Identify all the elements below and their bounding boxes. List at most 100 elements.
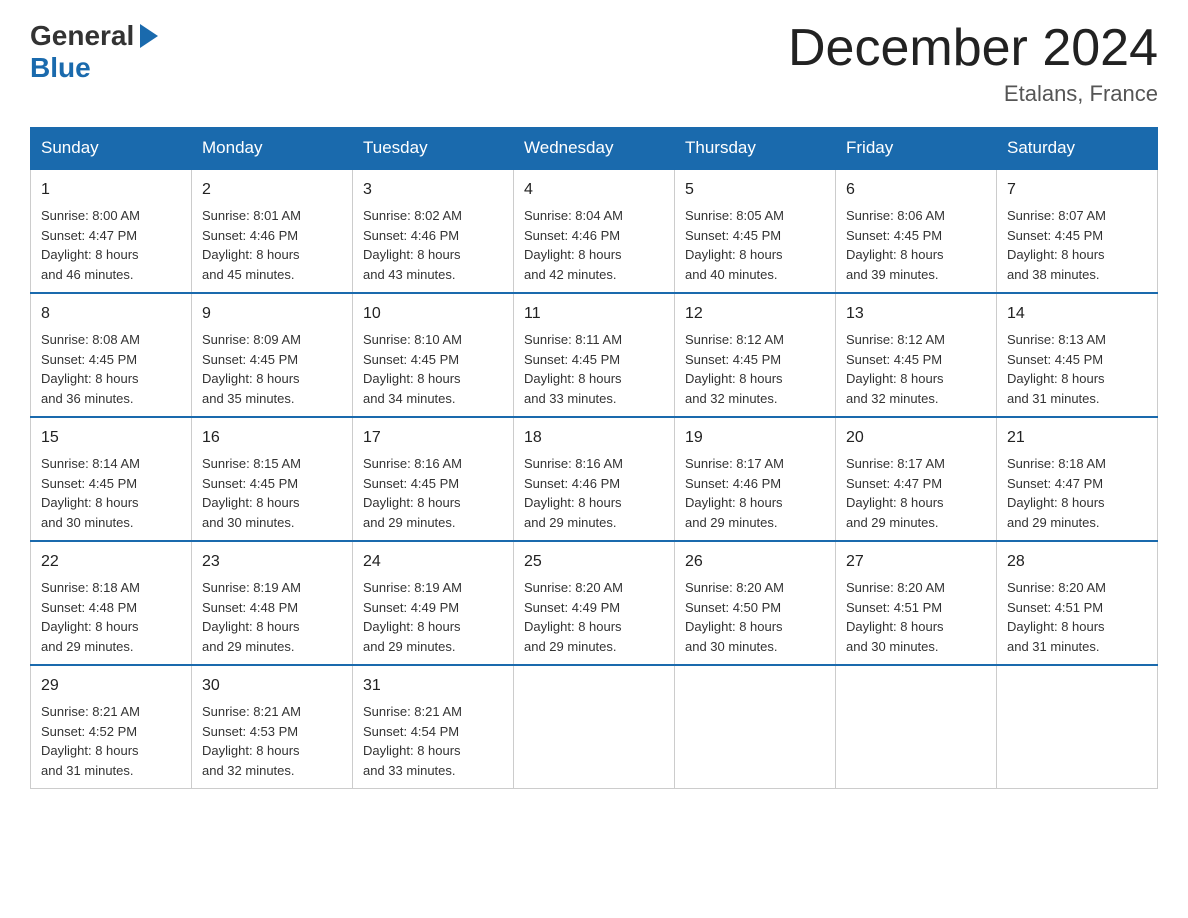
daylight-text2: and 29 minutes.	[363, 639, 456, 654]
sunset-text: Sunset: 4:45 PM	[524, 352, 620, 367]
sunrise-text: Sunrise: 8:18 AM	[41, 580, 140, 595]
sunrise-text: Sunrise: 8:02 AM	[363, 208, 462, 223]
sunrise-text: Sunrise: 8:06 AM	[846, 208, 945, 223]
daylight-text2: and 30 minutes.	[202, 515, 295, 530]
daylight-text: Daylight: 8 hours	[202, 743, 300, 758]
daylight-text2: and 30 minutes.	[846, 639, 939, 654]
daylight-text2: and 29 minutes.	[41, 639, 134, 654]
sunrise-text: Sunrise: 8:04 AM	[524, 208, 623, 223]
sunset-text: Sunset: 4:45 PM	[202, 476, 298, 491]
sunset-text: Sunset: 4:48 PM	[41, 600, 137, 615]
calendar-week-row: 29 Sunrise: 8:21 AM Sunset: 4:52 PM Dayl…	[31, 665, 1158, 789]
daylight-text2: and 29 minutes.	[202, 639, 295, 654]
sunset-text: Sunset: 4:45 PM	[846, 228, 942, 243]
logo-blue-text: Blue	[30, 52, 91, 84]
daylight-text2: and 32 minutes.	[846, 391, 939, 406]
daylight-text: Daylight: 8 hours	[524, 495, 622, 510]
daylight-text2: and 42 minutes.	[524, 267, 617, 282]
daylight-text: Daylight: 8 hours	[363, 371, 461, 386]
day-number: 29	[41, 674, 181, 698]
calendar-cell: 17 Sunrise: 8:16 AM Sunset: 4:45 PM Dayl…	[353, 417, 514, 541]
day-number: 20	[846, 426, 986, 450]
daylight-text: Daylight: 8 hours	[1007, 247, 1105, 262]
day-number: 26	[685, 550, 825, 574]
daylight-text: Daylight: 8 hours	[363, 247, 461, 262]
calendar-cell	[514, 665, 675, 789]
day-number: 12	[685, 302, 825, 326]
daylight-text2: and 29 minutes.	[1007, 515, 1100, 530]
daylight-text: Daylight: 8 hours	[41, 371, 139, 386]
daylight-text2: and 29 minutes.	[685, 515, 778, 530]
page-header: General Blue December 2024 Etalans, Fran…	[30, 20, 1158, 107]
col-header-thursday: Thursday	[675, 128, 836, 170]
calendar-cell: 28 Sunrise: 8:20 AM Sunset: 4:51 PM Dayl…	[997, 541, 1158, 665]
daylight-text: Daylight: 8 hours	[41, 247, 139, 262]
daylight-text: Daylight: 8 hours	[363, 495, 461, 510]
day-number: 10	[363, 302, 503, 326]
logo-arrow-icon	[138, 22, 160, 50]
calendar-cell: 11 Sunrise: 8:11 AM Sunset: 4:45 PM Dayl…	[514, 293, 675, 417]
calendar-cell	[997, 665, 1158, 789]
daylight-text2: and 31 minutes.	[1007, 391, 1100, 406]
calendar-cell: 6 Sunrise: 8:06 AM Sunset: 4:45 PM Dayli…	[836, 169, 997, 293]
day-number: 8	[41, 302, 181, 326]
calendar-cell: 26 Sunrise: 8:20 AM Sunset: 4:50 PM Dayl…	[675, 541, 836, 665]
day-number: 18	[524, 426, 664, 450]
sunrise-text: Sunrise: 8:11 AM	[524, 332, 622, 347]
daylight-text2: and 30 minutes.	[41, 515, 134, 530]
col-header-tuesday: Tuesday	[353, 128, 514, 170]
daylight-text2: and 43 minutes.	[363, 267, 456, 282]
sunrise-text: Sunrise: 8:16 AM	[524, 456, 623, 471]
calendar-cell: 13 Sunrise: 8:12 AM Sunset: 4:45 PM Dayl…	[836, 293, 997, 417]
daylight-text2: and 32 minutes.	[202, 763, 295, 778]
daylight-text2: and 33 minutes.	[363, 763, 456, 778]
sunrise-text: Sunrise: 8:14 AM	[41, 456, 140, 471]
calendar-week-row: 22 Sunrise: 8:18 AM Sunset: 4:48 PM Dayl…	[31, 541, 1158, 665]
sunrise-text: Sunrise: 8:17 AM	[846, 456, 945, 471]
calendar-week-row: 15 Sunrise: 8:14 AM Sunset: 4:45 PM Dayl…	[31, 417, 1158, 541]
day-number: 4	[524, 178, 664, 202]
sunrise-text: Sunrise: 8:07 AM	[1007, 208, 1106, 223]
sunset-text: Sunset: 4:45 PM	[363, 476, 459, 491]
logo-general-text: General	[30, 20, 134, 52]
day-number: 15	[41, 426, 181, 450]
sunrise-text: Sunrise: 8:21 AM	[41, 704, 140, 719]
day-number: 21	[1007, 426, 1147, 450]
calendar-cell: 20 Sunrise: 8:17 AM Sunset: 4:47 PM Dayl…	[836, 417, 997, 541]
calendar-cell: 31 Sunrise: 8:21 AM Sunset: 4:54 PM Dayl…	[353, 665, 514, 789]
calendar-cell: 8 Sunrise: 8:08 AM Sunset: 4:45 PM Dayli…	[31, 293, 192, 417]
daylight-text: Daylight: 8 hours	[202, 247, 300, 262]
daylight-text2: and 35 minutes.	[202, 391, 295, 406]
daylight-text: Daylight: 8 hours	[685, 247, 783, 262]
day-number: 24	[363, 550, 503, 574]
sunrise-text: Sunrise: 8:01 AM	[202, 208, 301, 223]
sunset-text: Sunset: 4:53 PM	[202, 724, 298, 739]
daylight-text: Daylight: 8 hours	[1007, 371, 1105, 386]
sunset-text: Sunset: 4:49 PM	[363, 600, 459, 615]
calendar-cell: 22 Sunrise: 8:18 AM Sunset: 4:48 PM Dayl…	[31, 541, 192, 665]
title-block: December 2024 Etalans, France	[788, 20, 1158, 107]
daylight-text: Daylight: 8 hours	[685, 619, 783, 634]
day-number: 22	[41, 550, 181, 574]
daylight-text: Daylight: 8 hours	[846, 495, 944, 510]
sunrise-text: Sunrise: 8:08 AM	[41, 332, 140, 347]
daylight-text2: and 31 minutes.	[1007, 639, 1100, 654]
calendar-cell: 18 Sunrise: 8:16 AM Sunset: 4:46 PM Dayl…	[514, 417, 675, 541]
calendar-week-row: 8 Sunrise: 8:08 AM Sunset: 4:45 PM Dayli…	[31, 293, 1158, 417]
day-number: 5	[685, 178, 825, 202]
day-number: 13	[846, 302, 986, 326]
sunset-text: Sunset: 4:50 PM	[685, 600, 781, 615]
sunset-text: Sunset: 4:51 PM	[1007, 600, 1103, 615]
calendar-cell: 21 Sunrise: 8:18 AM Sunset: 4:47 PM Dayl…	[997, 417, 1158, 541]
sunset-text: Sunset: 4:46 PM	[363, 228, 459, 243]
col-header-saturday: Saturday	[997, 128, 1158, 170]
calendar-cell: 7 Sunrise: 8:07 AM Sunset: 4:45 PM Dayli…	[997, 169, 1158, 293]
daylight-text: Daylight: 8 hours	[202, 371, 300, 386]
daylight-text2: and 29 minutes.	[363, 515, 456, 530]
day-number: 11	[524, 302, 664, 326]
daylight-text2: and 34 minutes.	[363, 391, 456, 406]
sunrise-text: Sunrise: 8:10 AM	[363, 332, 462, 347]
sunset-text: Sunset: 4:47 PM	[846, 476, 942, 491]
sunset-text: Sunset: 4:46 PM	[685, 476, 781, 491]
day-number: 14	[1007, 302, 1147, 326]
